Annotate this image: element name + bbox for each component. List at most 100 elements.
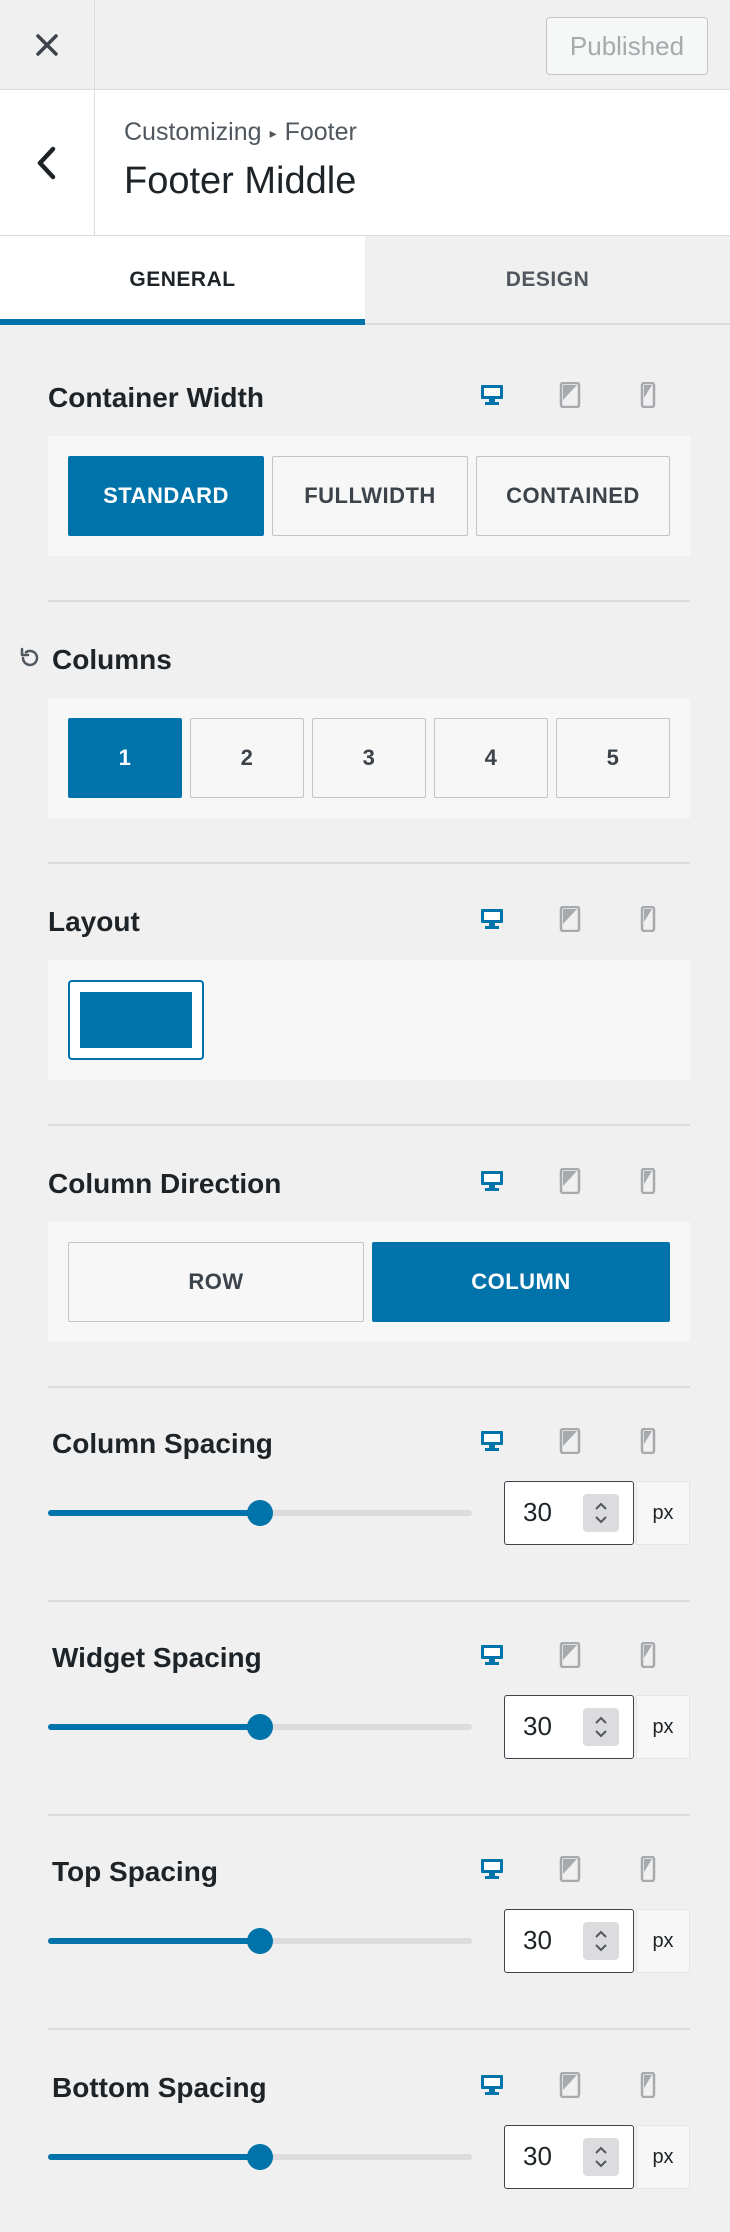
tablet-icon[interactable] [552,382,588,408]
breadcrumb: Customizing ▸ Footer [124,118,357,147]
slider-fill [48,2154,260,2160]
desktop-icon[interactable] [474,1168,510,1194]
widget-spacing-slider[interactable] [48,1714,472,1740]
column-spacing-input[interactable]: 30 [504,1481,634,1545]
desktop-icon[interactable] [474,2072,510,2098]
section-title: Footer Middle [124,160,357,202]
desktop-icon[interactable] [474,1856,510,1882]
columns-5-button[interactable]: 5 [556,718,670,798]
mobile-icon[interactable] [630,906,666,932]
close-button[interactable] [0,0,95,90]
tablet-icon[interactable] [552,1856,588,1882]
slider-handle[interactable] [247,1500,273,1526]
column-spacing-value: 30 [523,1497,552,1527]
columns-options: 1 2 3 4 5 [48,698,690,818]
chevron-down-icon[interactable] [594,1943,608,1952]
columns-4-button[interactable]: 4 [434,718,548,798]
chevron-up-icon[interactable] [594,1502,608,1511]
divider [48,600,690,602]
tablet-icon[interactable] [552,1642,588,1668]
widget-spacing-label: Widget Spacing [52,1642,262,1673]
tablet-icon[interactable] [552,906,588,932]
bottom-spacing-unit[interactable]: px [636,2125,690,2189]
divider [48,1600,690,1602]
top-spacing-control: Top Spacing 30 px [48,1844,690,1994]
tablet-icon[interactable] [552,1168,588,1194]
slider-handle[interactable] [247,2144,273,2170]
mobile-icon[interactable] [630,1428,666,1454]
number-spinner[interactable] [583,1494,619,1532]
divider [48,862,690,864]
slider-fill [48,1724,260,1730]
number-spinner[interactable] [583,1708,619,1746]
tablet-icon[interactable] [552,1428,588,1454]
device-switcher [474,382,666,408]
container-width-fullwidth-button[interactable]: FULLWIDTH [272,456,468,536]
chevron-down-icon[interactable] [594,2159,608,2168]
published-button[interactable]: Published [546,17,708,75]
top-spacing-unit[interactable]: px [636,1909,690,1973]
tab-general[interactable]: GENERAL [0,236,365,325]
columns-1-button[interactable]: 1 [68,718,182,798]
container-width-contained-button[interactable]: CONTAINED [476,456,670,536]
top-spacing-value: 30 [523,1925,552,1955]
mobile-icon[interactable] [630,1856,666,1882]
top-spacing-input[interactable]: 30 [504,1909,634,1973]
chevron-down-icon[interactable] [594,1515,608,1524]
container-width-standard-button[interactable]: STANDARD [68,456,264,536]
slider-fill [48,1510,260,1516]
bottom-spacing-value: 30 [523,2141,552,2171]
bottom-spacing-input[interactable]: 30 [504,2125,634,2189]
column-spacing-unit[interactable]: px [636,1481,690,1545]
slider-handle[interactable] [247,1928,273,1954]
tab-bar: GENERAL DESIGN [0,236,730,325]
column-spacing-slider[interactable] [48,1500,472,1526]
chevron-down-icon[interactable] [594,1729,608,1738]
divider [48,1814,690,1816]
number-spinner[interactable] [583,2138,619,2176]
container-width-label: Container Width [48,382,264,413]
mobile-icon[interactable] [630,2072,666,2098]
customizer-header: Published [0,0,730,90]
device-switcher [474,2072,666,2098]
desktop-icon[interactable] [474,1642,510,1668]
columns-control: Columns 1 2 3 4 5 [20,632,690,818]
desktop-icon[interactable] [474,1428,510,1454]
tablet-icon[interactable] [552,2072,588,2098]
columns-label: Columns [52,644,172,675]
desktop-icon[interactable] [474,382,510,408]
chevron-up-icon[interactable] [594,2146,608,2155]
desktop-icon[interactable] [474,906,510,932]
column-direction-label: Column Direction [48,1168,282,1199]
back-button[interactable] [0,90,95,236]
mobile-icon[interactable] [630,1168,666,1194]
direction-row-button[interactable]: ROW [68,1242,364,1322]
chevron-up-icon[interactable] [594,1716,608,1725]
top-spacing-slider[interactable] [48,1928,472,1954]
section-header: Customizing ▸ Footer Footer Middle [0,90,730,236]
columns-3-button[interactable]: 3 [312,718,426,798]
breadcrumb-parent: Footer [284,118,357,146]
tab-design[interactable]: DESIGN [365,236,730,323]
slider-handle[interactable] [247,1714,273,1740]
chevron-left-icon [37,146,56,180]
bottom-spacing-slider[interactable] [48,2144,472,2170]
direction-column-button[interactable]: COLUMN [372,1242,670,1322]
widget-spacing-unit[interactable]: px [636,1695,690,1759]
breadcrumb-separator: ▸ [269,125,277,141]
bottom-spacing-control: Bottom Spacing 30 px [48,2060,690,2210]
number-spinner[interactable] [583,1922,619,1960]
reset-icon[interactable] [18,646,42,670]
widget-spacing-control: Widget Spacing 30 px [48,1630,690,1780]
device-switcher [474,1856,666,1882]
column-spacing-label: Column Spacing [52,1428,273,1459]
mobile-icon[interactable] [630,1642,666,1668]
widget-spacing-input[interactable]: 30 [504,1695,634,1759]
layout-options [48,960,690,1080]
mobile-icon[interactable] [630,382,666,408]
chevron-up-icon[interactable] [594,1930,608,1939]
bottom-spacing-label: Bottom Spacing [52,2072,267,2103]
columns-2-button[interactable]: 2 [190,718,304,798]
container-width-options: STANDARD FULLWIDTH CONTAINED [48,436,690,556]
layout-single-column-option[interactable] [68,980,204,1060]
